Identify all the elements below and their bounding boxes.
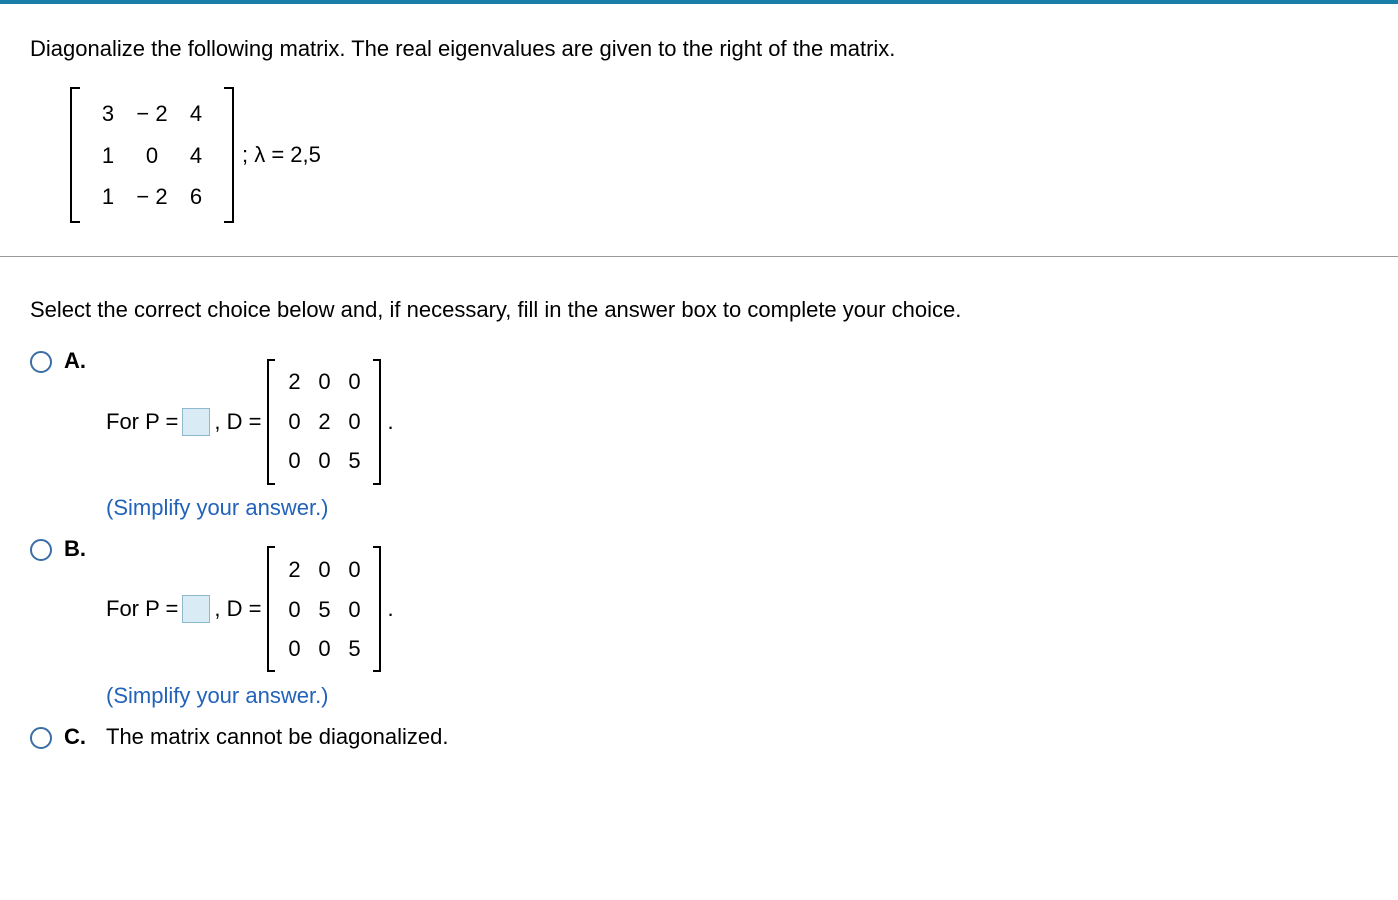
choice-letter-c: C. <box>64 724 88 750</box>
matrix-cell: 0 <box>339 550 369 590</box>
matrix-cell: 0 <box>339 402 369 442</box>
matrix-cell: 4 <box>174 93 218 135</box>
choice-c: C. The matrix cannot be diagonalized. <box>0 724 1398 750</box>
prefix-text: For P = <box>106 409 178 435</box>
matrix-row: 0 0 5 <box>279 629 369 669</box>
matrix-cell: 2 <box>309 402 339 442</box>
problem-matrix-area: 3 − 2 4 1 0 4 1 − 2 6 ; λ = 2,5 <box>70 85 1368 226</box>
matrix-cell: 0 <box>309 629 339 669</box>
period: . <box>387 409 393 435</box>
matrix-cell: 2 <box>279 550 309 590</box>
matrix-cell: 0 <box>279 629 309 669</box>
answer-input-b[interactable] <box>182 595 210 623</box>
matrix-row: 1 − 2 6 <box>86 176 218 218</box>
matrix-cell: 0 <box>309 362 339 402</box>
instruction-text: Select the correct choice below and, if … <box>0 297 1398 323</box>
choice-a: A. For P = , D = 2 0 0 0 2 0 <box>0 348 1398 521</box>
choice-b: B. For P = , D = 2 0 0 0 5 0 <box>0 536 1398 709</box>
matrix-cell: 0 <box>339 362 369 402</box>
matrix-cell: 6 <box>174 176 218 218</box>
matrix-cell: − 2 <box>130 93 174 135</box>
matrix-row: 1 0 4 <box>86 135 218 177</box>
d-prefix: , D = <box>214 409 261 435</box>
bracket-left-icon <box>70 87 80 223</box>
section-divider <box>0 256 1398 257</box>
choice-body-a: For P = , D = 2 0 0 0 2 0 <box>106 348 394 521</box>
bracket-right-icon <box>224 87 234 223</box>
matrix-row: 2 0 0 <box>279 362 369 402</box>
d-matrix-body: 2 0 0 0 2 0 0 0 5 <box>275 356 373 487</box>
matrix-cell: 0 <box>309 441 339 481</box>
choice-letter-a: A. <box>64 348 88 374</box>
matrix-row: 0 2 0 <box>279 402 369 442</box>
matrix-cell: 5 <box>309 590 339 630</box>
choice-line-b: For P = , D = 2 0 0 0 5 0 <box>106 544 394 675</box>
matrix-cell: 1 <box>86 176 130 218</box>
matrix-row: 0 5 0 <box>279 590 369 630</box>
simplify-hint-a: (Simplify your answer.) <box>106 495 394 521</box>
choice-body-b: For P = , D = 2 0 0 0 5 0 <box>106 536 394 709</box>
question-text: Diagonalize the following matrix. The re… <box>30 34 1368 65</box>
eigenvalues-text: ; λ = 2,5 <box>242 142 321 168</box>
answer-input-a[interactable] <box>182 408 210 436</box>
matrix-cell: 0 <box>309 550 339 590</box>
question-section: Diagonalize the following matrix. The re… <box>0 4 1398 226</box>
choice-line-a: For P = , D = 2 0 0 0 2 0 <box>106 356 394 487</box>
matrix-cell: 3 <box>86 93 130 135</box>
bracket-left-icon <box>267 546 275 672</box>
matrix-cell: − 2 <box>130 176 174 218</box>
matrix-cell: 2 <box>279 362 309 402</box>
matrix-cell: 0 <box>279 441 309 481</box>
matrix-row: 2 0 0 <box>279 550 369 590</box>
matrix-row: 0 0 5 <box>279 441 369 481</box>
d-matrix-body: 2 0 0 0 5 0 0 0 5 <box>275 544 373 675</box>
simplify-hint-b: (Simplify your answer.) <box>106 683 394 709</box>
d-matrix-b: 2 0 0 0 5 0 0 0 5 <box>267 544 381 675</box>
radio-c[interactable] <box>30 727 52 749</box>
matrix-cell: 1 <box>86 135 130 177</box>
bracket-right-icon <box>373 359 381 485</box>
problem-matrix: 3 − 2 4 1 0 4 1 − 2 6 <box>80 85 224 226</box>
choice-letter-b: B. <box>64 536 88 562</box>
matrix-cell: 0 <box>339 590 369 630</box>
matrix-cell: 4 <box>174 135 218 177</box>
matrix-cell: 0 <box>279 402 309 442</box>
matrix-row: 3 − 2 4 <box>86 93 218 135</box>
choice-text-c: The matrix cannot be diagonalized. <box>106 724 448 750</box>
prefix-text: For P = <box>106 596 178 622</box>
bracket-left-icon <box>267 359 275 485</box>
bracket-right-icon <box>373 546 381 672</box>
matrix-cell: 0 <box>279 590 309 630</box>
radio-a[interactable] <box>30 351 52 373</box>
d-matrix-a: 2 0 0 0 2 0 0 0 5 <box>267 356 381 487</box>
period: . <box>387 596 393 622</box>
d-prefix: , D = <box>214 596 261 622</box>
matrix-cell: 0 <box>130 135 174 177</box>
matrix-cell: 5 <box>339 441 369 481</box>
matrix-cell: 5 <box>339 629 369 669</box>
radio-b[interactable] <box>30 539 52 561</box>
